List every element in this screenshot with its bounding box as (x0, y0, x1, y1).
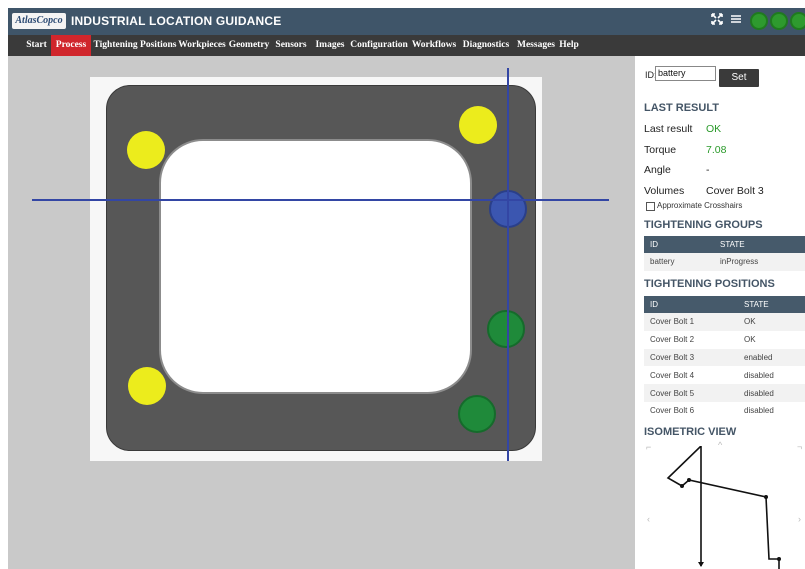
last-result-value: OK (706, 123, 722, 135)
table-row[interactable]: Cover Bolt 3 enabled (644, 348, 805, 367)
approximate-crosshairs-label: Approximate Crosshairs (657, 201, 743, 210)
crosshair-horizontal (32, 199, 609, 201)
column-header-state: STATE (738, 296, 805, 313)
menu-icon[interactable] (730, 11, 742, 31)
position-id-cell: Cover Bolt 1 (644, 313, 738, 331)
torque-label: Torque (644, 144, 677, 156)
title-bar: AtlasCopco INDUSTRIAL LOCATION GUIDANCE (8, 8, 805, 35)
app-window: AtlasCopco INDUSTRIAL LOCATION GUIDANCE … (8, 8, 805, 569)
column-header-id: ID (644, 236, 714, 253)
id-input[interactable]: battery (655, 66, 716, 81)
bolt-marker[interactable] (127, 131, 165, 169)
nav-images[interactable]: Images (312, 35, 348, 56)
nav-messages[interactable]: Messages (513, 35, 559, 56)
bolt-marker[interactable] (458, 395, 496, 433)
table-row[interactable]: Cover Bolt 1 OK (644, 313, 805, 331)
set-button[interactable]: Set (719, 69, 759, 87)
position-state-cell: disabled (738, 384, 805, 402)
workpiece-view (8, 56, 635, 569)
volumes-value: Cover Bolt 3 (706, 185, 764, 197)
position-id-cell: Cover Bolt 4 (644, 366, 738, 385)
angle-value: - (706, 164, 710, 176)
nav-configuration[interactable]: Configuration (349, 35, 409, 56)
nav-process[interactable]: Process (51, 35, 91, 56)
last-result-label: Last result (644, 123, 693, 135)
position-state-cell: enabled (738, 348, 805, 367)
nav-workpieces[interactable]: Workpieces (178, 35, 226, 56)
process-panel: ID: battery Set LAST RESULT Last result … (635, 56, 805, 569)
nav-help[interactable]: Help (559, 35, 579, 56)
tightening-positions-table: ID STATE Cover Bolt 1 OK Cover Bolt 2 OK C… (644, 296, 805, 420)
corner-marker-icon: ¬ (797, 442, 803, 452)
status-indicator-icon (770, 12, 788, 30)
column-header-state: STATE (714, 236, 805, 253)
table-row[interactable]: Cover Bolt 4 disabled (644, 366, 805, 385)
nav-workflows[interactable]: Workflows (410, 35, 458, 56)
position-state-cell: disabled (738, 401, 805, 420)
group-id-cell: battery (644, 253, 714, 271)
isometric-view[interactable]: ⌐ ^ ¬ ‹ › (644, 440, 805, 569)
nav-diagnostics[interactable]: Diagnostics (460, 35, 512, 56)
table-row[interactable]: Cover Bolt 5 disabled (644, 384, 805, 402)
chevron-up-icon[interactable]: ^ (718, 440, 722, 450)
bolt-marker[interactable] (487, 310, 525, 348)
atlas-copco-logo: AtlasCopco (12, 13, 66, 29)
table-row[interactable]: battery inProgress (644, 253, 805, 271)
tightening-positions-header: TIGHTENING POSITIONS (644, 278, 775, 290)
table-row[interactable]: Cover Bolt 2 OK (644, 330, 805, 349)
bolt-marker[interactable] (459, 106, 497, 144)
position-state-cell: OK (738, 313, 805, 331)
position-id-cell: Cover Bolt 3 (644, 348, 738, 367)
position-id-cell: Cover Bolt 5 (644, 384, 738, 402)
group-state-cell: inProgress (714, 253, 805, 271)
status-indicator-icon (750, 12, 768, 30)
position-id-cell: Cover Bolt 2 (644, 330, 738, 349)
volumes-label: Volumes (644, 185, 685, 197)
position-state-cell: OK (738, 330, 805, 349)
column-header-id: ID (644, 296, 738, 313)
position-id-cell: Cover Bolt 6 (644, 401, 738, 420)
torque-value: 7.08 (706, 144, 727, 156)
workpiece-plate (106, 85, 536, 451)
isometric-path (666, 445, 781, 569)
chevron-right-icon[interactable]: › (798, 514, 801, 524)
crosshair-vertical (507, 68, 509, 461)
status-indicator-icon (790, 12, 805, 30)
corner-marker-icon: ⌐ (646, 442, 652, 452)
table-row[interactable]: Cover Bolt 6 disabled (644, 401, 805, 420)
position-state-cell: disabled (738, 366, 805, 385)
app-title: INDUSTRIAL LOCATION GUIDANCE (71, 14, 282, 28)
nav-geometry[interactable]: Geometry (228, 35, 270, 56)
last-result-header: LAST RESULT (644, 102, 719, 114)
expand-icon[interactable] (711, 11, 723, 31)
angle-label: Angle (644, 164, 671, 176)
workpiece-cutout (159, 139, 472, 394)
tightening-groups-table: ID STATE battery inProgress (644, 236, 805, 271)
main-nav: Start Process Tightening Positions Workp… (8, 35, 805, 56)
isometric-view-header: ISOMETRIC VIEW (644, 426, 737, 438)
nav-sensors[interactable]: Sensors (272, 35, 310, 56)
nav-start[interactable]: Start (22, 35, 51, 56)
tightening-groups-header: TIGHTENING GROUPS (644, 219, 763, 231)
chevron-left-icon[interactable]: ‹ (647, 514, 650, 524)
approximate-crosshairs-checkbox[interactable] (646, 202, 655, 211)
workpiece-canvas (90, 77, 542, 461)
bolt-marker[interactable] (128, 367, 166, 405)
nav-tightening-positions[interactable]: Tightening Positions (92, 35, 178, 56)
